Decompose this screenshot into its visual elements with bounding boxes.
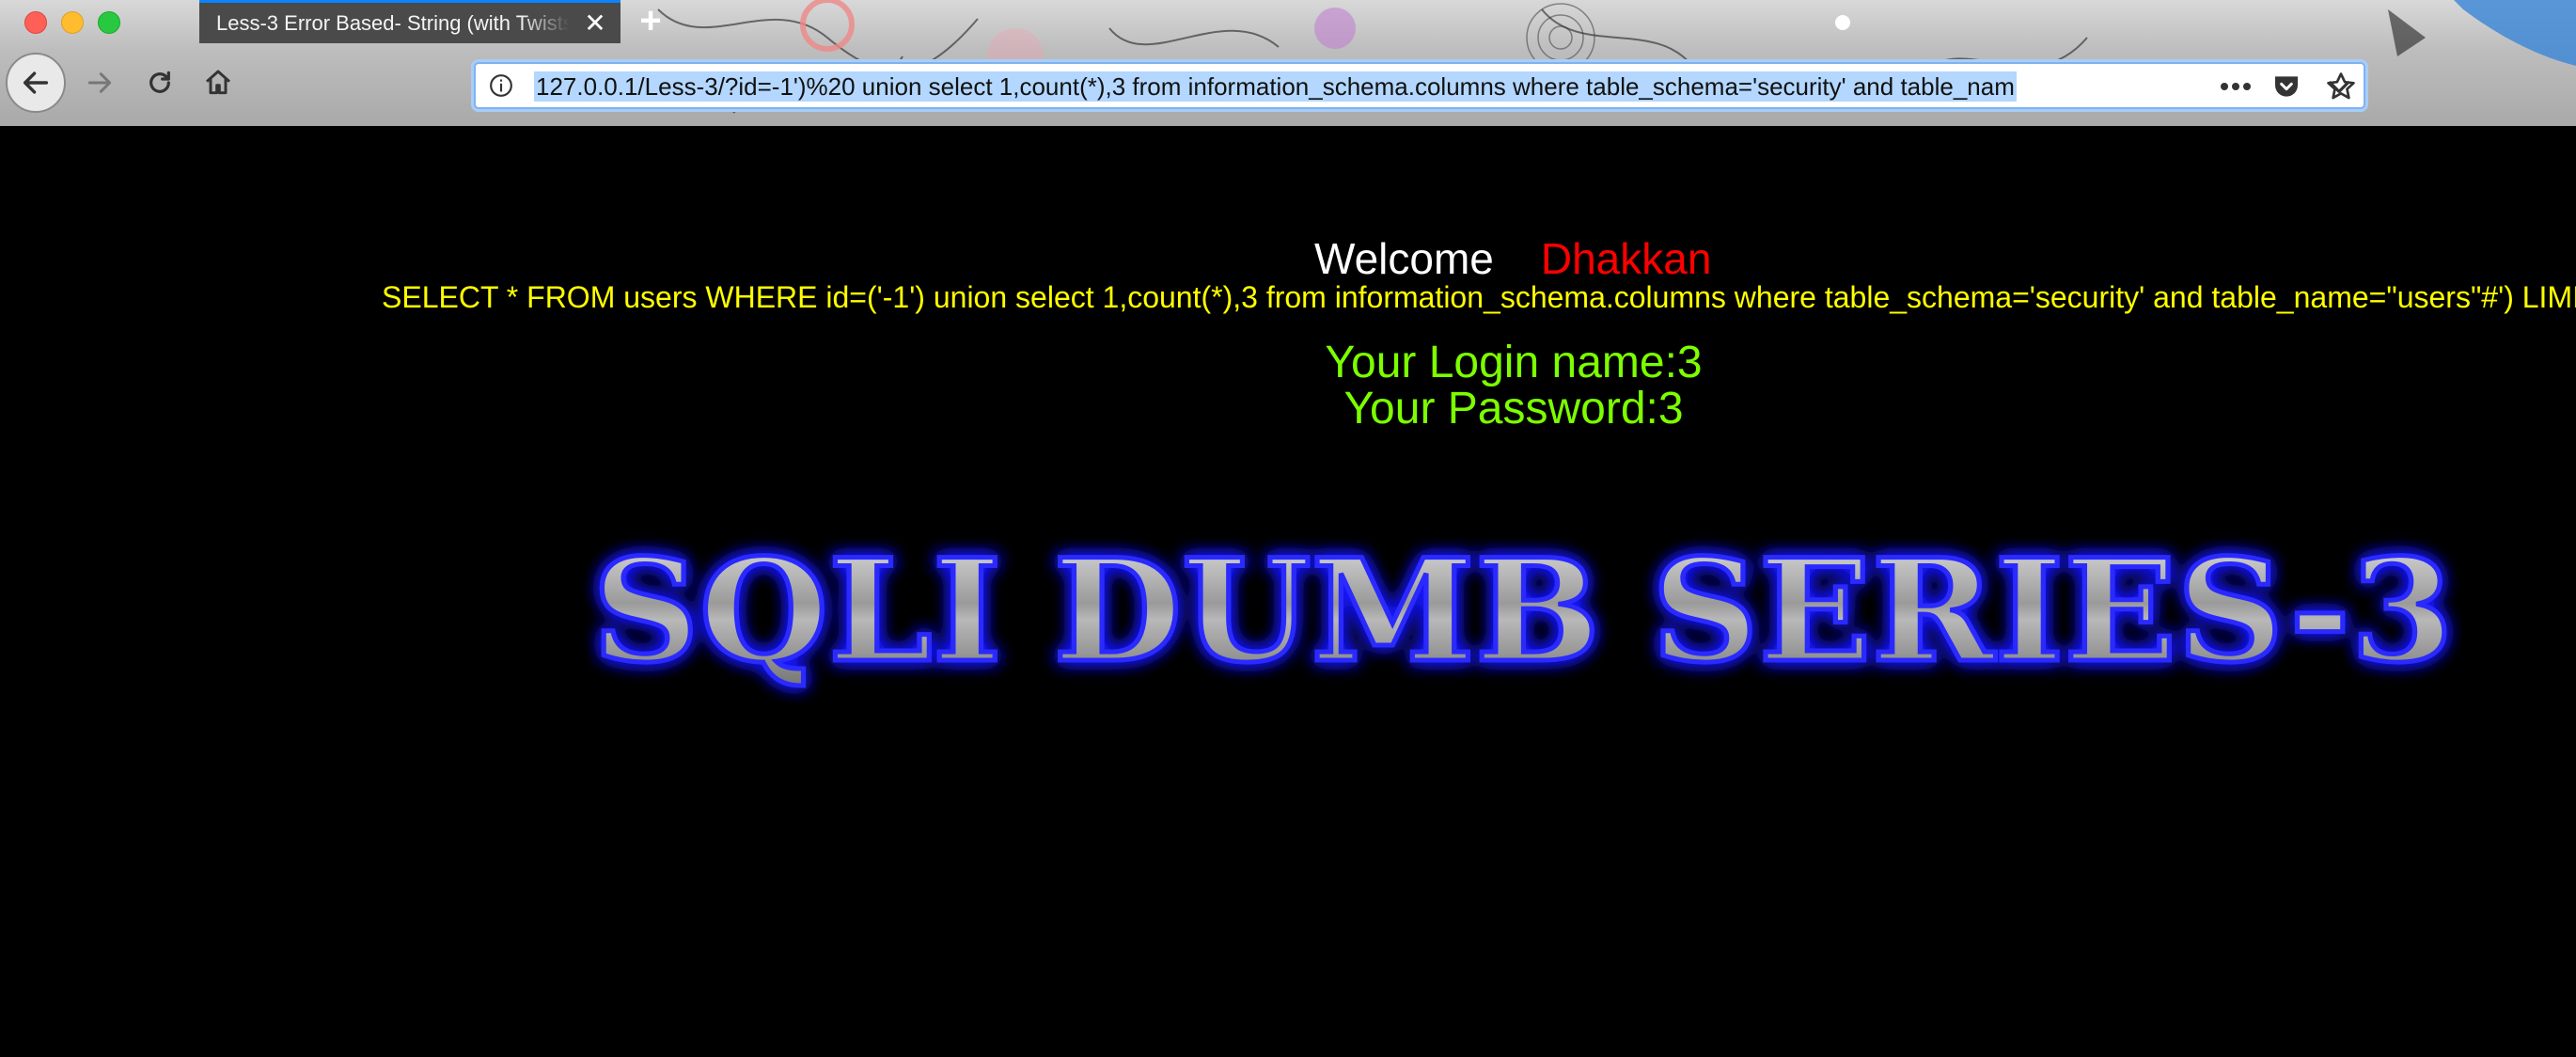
browser-chrome: Less-3 Error Based- String (with Twists)… [0,0,2576,126]
arrow-left-icon [23,71,49,94]
more-dots-icon [2221,83,2251,90]
banner-text: SQLI DUMB SERIES-3 [592,528,2454,694]
password-result: Your Password:3 [1343,384,1684,434]
zoom-window-button[interactable] [98,11,120,34]
sql-query-text: SELECT * FROM users WHERE id=('-1') unio… [382,280,2576,314]
url-text[interactable]: 127.0.0.1/Less-3/?id=-1')%20 union selec… [534,71,2017,102]
navigation-toolbar: 127.0.0.1/Less-3/?id=-1')%20 union selec… [0,43,2576,126]
welcome-label: Welcome [1314,234,1494,283]
welcome-name: Dhakkan [1540,234,1712,283]
series-banner: SQLI DUMB SERIES-3 [590,527,2457,697]
back-button[interactable] [6,53,66,113]
new-tab-button[interactable]: + [632,2,669,39]
welcome-line: Welcome Dhakkan [1314,233,1711,284]
tab-strip: Less-3 Error Based- String (with Twists)… [0,0,2576,43]
tab-active[interactable]: Less-3 Error Based- String (with Twists)… [199,0,620,43]
page-content: Welcome Dhakkan SELECT * FROM users WHERE… [0,126,2576,1057]
home-icon [206,70,230,95]
close-window-button[interactable] [24,11,47,34]
home-button[interactable] [196,60,241,105]
reload-icon [149,71,170,93]
pocket-icon [2275,76,2298,97]
star-icon [2327,72,2355,100]
bookmark-button[interactable] [2320,66,2362,107]
login-name-result: Your Login name:3 [1325,338,1703,387]
forward-button[interactable] [77,60,122,105]
arrow-right-icon [87,72,112,93]
minimize-window-button[interactable] [61,11,84,34]
tab-close-icon[interactable]: ✕ [581,9,609,38]
page-actions-button[interactable] [2215,66,2256,107]
reload-button[interactable] [137,60,182,105]
pocket-button[interactable] [2266,66,2307,107]
tab-title: Less-3 Error Based- String (with Twists) [216,11,570,35]
info-icon[interactable] [489,73,513,98]
address-bar[interactable]: 127.0.0.1/Less-3/?id=-1')%20 union selec… [474,62,2365,109]
